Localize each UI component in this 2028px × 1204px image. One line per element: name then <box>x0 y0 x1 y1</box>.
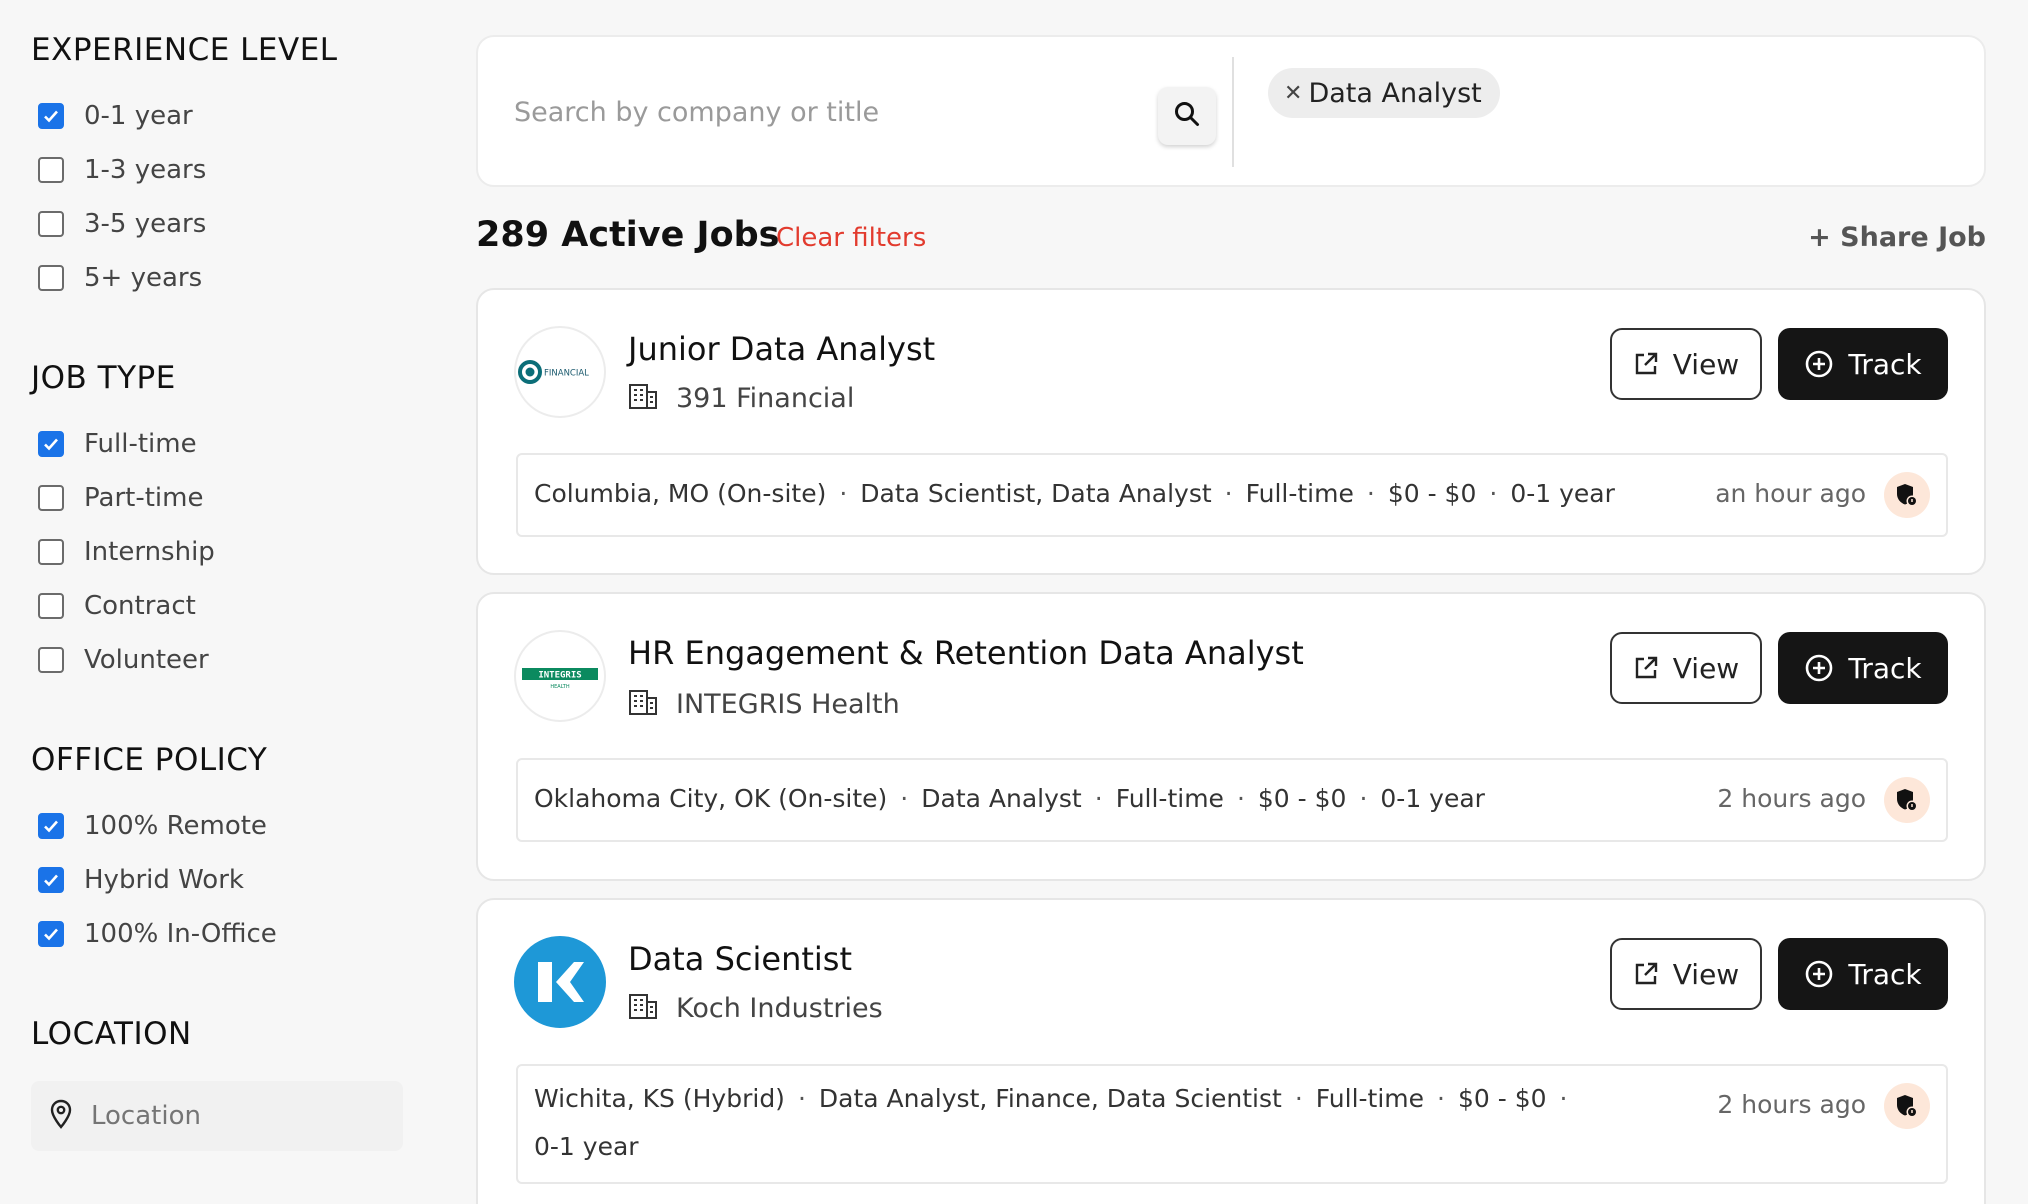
filter-chip-data-analyst[interactable]: ✕ Data Analyst <box>1268 68 1500 118</box>
job-title[interactable]: Junior Data Analyst <box>628 330 935 368</box>
job-type-option-part-time[interactable]: Part-time <box>38 478 203 518</box>
clear-filters-link[interactable]: Clear filters <box>776 223 926 253</box>
view-button[interactable]: View <box>1610 938 1762 1010</box>
job-title[interactable]: HR Engagement & Retention Data Analyst <box>628 634 1304 672</box>
checkbox[interactable] <box>38 921 64 947</box>
search-bar: ✕ Data Analyst <box>476 35 1986 187</box>
posted-time: an hour ago <box>1715 479 1866 508</box>
view-button[interactable]: View <box>1610 328 1762 400</box>
job-type: Full-time <box>1245 479 1354 508</box>
shield-icon <box>1884 472 1930 518</box>
plus-circle-icon <box>1806 960 1833 988</box>
job-type: Full-time <box>1115 784 1224 813</box>
job-type-option-volunteer[interactable]: Volunteer <box>38 640 209 680</box>
search-icon <box>1172 99 1202 133</box>
checkbox[interactable] <box>38 813 64 839</box>
plus-circle-icon <box>1806 350 1833 378</box>
map-pin-icon <box>49 1099 73 1133</box>
job-type-heading: JOB TYPE <box>31 360 176 396</box>
job-type: Full-time <box>1315 1084 1425 1113</box>
office-option-remote[interactable]: 100% Remote <box>38 806 267 846</box>
building-icon <box>628 382 658 414</box>
svg-text:HEALTH: HEALTH <box>550 684 569 690</box>
location-field[interactable] <box>31 1081 403 1151</box>
company-info: 391 Financial <box>628 382 854 414</box>
checkbox[interactable] <box>38 103 64 129</box>
job-experience: 0-1 year <box>1510 479 1615 508</box>
track-button[interactable]: Track <box>1778 938 1948 1010</box>
track-button[interactable]: Track <box>1778 632 1948 704</box>
active-jobs-count: 289 Active Jobs <box>476 215 780 255</box>
office-option-hybrid[interactable]: Hybrid Work <box>38 860 244 900</box>
job-category: Data Scientist, Data Analyst <box>860 479 1212 508</box>
job-meta: Columbia, MO (On-site) · Data Scientist, D… <box>516 453 1948 537</box>
external-link-icon <box>1635 656 1657 679</box>
job-salary: $0 - $0 <box>1387 479 1477 508</box>
checkbox[interactable] <box>38 593 64 619</box>
checkbox[interactable] <box>38 211 64 237</box>
job-category: Data Analyst <box>921 784 1082 813</box>
checkbox[interactable] <box>38 431 64 457</box>
job-location: Columbia, MO (On-site) <box>534 479 827 508</box>
391-financial-logo: FINANCIAL <box>514 326 606 418</box>
external-link-icon <box>1635 962 1657 985</box>
job-title[interactable]: Data Scientist <box>628 940 852 978</box>
shield-icon <box>1884 777 1930 823</box>
job-category: Data Analyst, Finance, Data Scientist <box>818 1084 1282 1113</box>
checkbox[interactable] <box>38 647 64 673</box>
search-button[interactable] <box>1158 87 1216 145</box>
external-link-icon <box>1635 352 1657 375</box>
experience-option-0-1[interactable]: 0-1 year <box>38 96 193 136</box>
close-icon[interactable]: ✕ <box>1284 81 1302 106</box>
koch-industries-logo <box>514 936 606 1028</box>
checkbox[interactable] <box>38 867 64 893</box>
location-input[interactable] <box>91 1101 371 1131</box>
job-experience: 0-1 year <box>1380 784 1485 813</box>
building-icon <box>628 992 658 1024</box>
job-meta: Oklahoma City, OK (On-site) · Data Analyst… <box>516 758 1948 842</box>
company-info: INTEGRIS Health <box>628 688 900 720</box>
job-board-page: EXPERIENCE LEVEL 0-1 year 1-3 years 3-5 … <box>0 0 2028 1204</box>
experience-option-5-plus[interactable]: 5+ years <box>38 258 202 298</box>
job-location: Oklahoma City, OK (On-site) <box>534 784 888 813</box>
svg-text:INTEGRIS: INTEGRIS <box>538 671 581 681</box>
office-policy-heading: OFFICE POLICY <box>31 742 268 778</box>
checkbox[interactable] <box>38 265 64 291</box>
checkbox[interactable] <box>38 539 64 565</box>
search-input[interactable] <box>514 89 1114 135</box>
checkbox[interactable] <box>38 157 64 183</box>
job-card[interactable]: Data Scientist Koch Industries View Trac… <box>476 898 1986 1204</box>
integris-health-logo: INTEGRIS HEALTH <box>514 630 606 722</box>
job-type-option-internship[interactable]: Internship <box>38 532 215 572</box>
job-card[interactable]: FINANCIAL Junior Data Analyst 391 Financ… <box>476 288 1986 575</box>
job-salary: $0 - $0 <box>1457 1084 1547 1113</box>
job-salary: $0 - $0 <box>1257 784 1347 813</box>
job-experience: 0-1 year <box>534 1132 639 1161</box>
job-meta: Wichita, KS (Hybrid) · Data Analyst, Finan… <box>516 1064 1948 1184</box>
location-heading: LOCATION <box>31 1016 192 1052</box>
checkbox[interactable] <box>38 485 64 511</box>
building-icon <box>628 688 658 720</box>
experience-level-heading: EXPERIENCE LEVEL <box>31 32 338 68</box>
company-name: INTEGRIS Health <box>676 688 900 720</box>
shield-icon <box>1884 1083 1930 1129</box>
view-button[interactable]: View <box>1610 632 1762 704</box>
posted-time: 2 hours ago <box>1717 784 1866 813</box>
posted-time: 2 hours ago <box>1717 1090 1866 1119</box>
job-location: Wichita, KS (Hybrid) <box>534 1084 785 1113</box>
share-job-link[interactable]: + Share Job <box>1808 222 1986 253</box>
job-card[interactable]: INTEGRIS HEALTH HR Engagement & Retentio… <box>476 592 1986 881</box>
company-name: 391 Financial <box>676 382 855 414</box>
experience-option-3-5[interactable]: 3-5 years <box>38 204 206 244</box>
svg-text:FINANCIAL: FINANCIAL <box>544 369 589 379</box>
search-divider <box>1232 57 1234 167</box>
job-type-option-full-time[interactable]: Full-time <box>38 424 197 464</box>
experience-option-1-3[interactable]: 1-3 years <box>38 150 206 190</box>
company-name: Koch Industries <box>676 992 883 1024</box>
track-button[interactable]: Track <box>1778 328 1948 400</box>
plus-circle-icon <box>1806 654 1833 682</box>
office-option-in-office[interactable]: 100% In-Office <box>38 914 277 954</box>
job-type-option-contract[interactable]: Contract <box>38 586 196 626</box>
company-info: Koch Industries <box>628 992 883 1024</box>
